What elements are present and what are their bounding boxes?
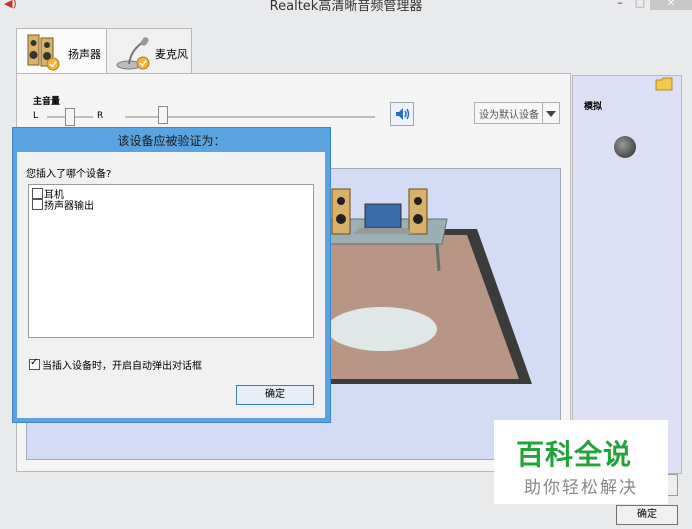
maximize-button[interactable]: □ — [630, 0, 650, 10]
microphone-icon — [116, 37, 150, 70]
auto-popup-option[interactable]: 当插入设备时，开启自动弹出对话框 — [29, 357, 202, 372]
mute-button[interactable] — [390, 102, 414, 126]
option-speaker-output[interactable]: 扬声器输出 — [32, 197, 94, 212]
set-default-device-button[interactable]: 设为默认设备 — [474, 102, 560, 124]
connector-panel — [572, 75, 682, 474]
dialog-title: 该设备应被验证为： — [117, 134, 226, 148]
watermark-title: 百科全说 — [516, 438, 633, 471]
balance-slider-thumb[interactable] — [65, 108, 75, 126]
tab-speakers-label: 扬声器 — [68, 48, 101, 61]
speaker-output-label: 扬声器输出 — [44, 201, 94, 212]
title-bar: ◀) Realtek高清晰音频管理器 – □ ✕ — [0, 0, 692, 14]
watermark-subtitle: 助你轻松解决 — [524, 478, 638, 498]
balance-right-label: R — [97, 111, 104, 121]
dropdown-arrow-icon[interactable] — [542, 103, 559, 123]
speaker-output-checkbox[interactable] — [32, 199, 43, 210]
audio-jack-icon[interactable] — [614, 136, 636, 158]
tab-speakers[interactable]: 扬声器 — [16, 28, 108, 75]
window-title: Realtek高清晰音频管理器 — [269, 0, 423, 14]
tab-microphone[interactable]: 麦克风 — [106, 28, 192, 73]
balance-left-label: L — [33, 111, 39, 121]
device-options-list: 耳机 扬声器输出 — [28, 184, 314, 338]
folder-icon[interactable] — [655, 77, 673, 91]
close-button[interactable]: ✕ — [650, 0, 692, 10]
master-volume-label: 主音量 — [33, 97, 61, 107]
analog-label: 模拟 — [584, 102, 603, 112]
dialog-question: 您插入了哪个设备? — [26, 169, 112, 180]
speaker-volume-icon — [396, 108, 410, 120]
main-ok-button[interactable]: 确定 — [616, 505, 678, 525]
minimize-button[interactable]: – — [610, 0, 630, 10]
set-default-device-label: 设为默认设备 — [479, 110, 539, 121]
tab-microphone-label: 麦克风 — [155, 48, 188, 61]
dialog-ok-button[interactable]: 确定 — [236, 385, 314, 405]
speakers-icon — [27, 34, 60, 71]
auto-popup-checkbox[interactable] — [29, 357, 40, 370]
volume-slider-thumb[interactable] — [158, 106, 168, 124]
auto-popup-label: 当插入设备时，开启自动弹出对话框 — [42, 361, 202, 372]
